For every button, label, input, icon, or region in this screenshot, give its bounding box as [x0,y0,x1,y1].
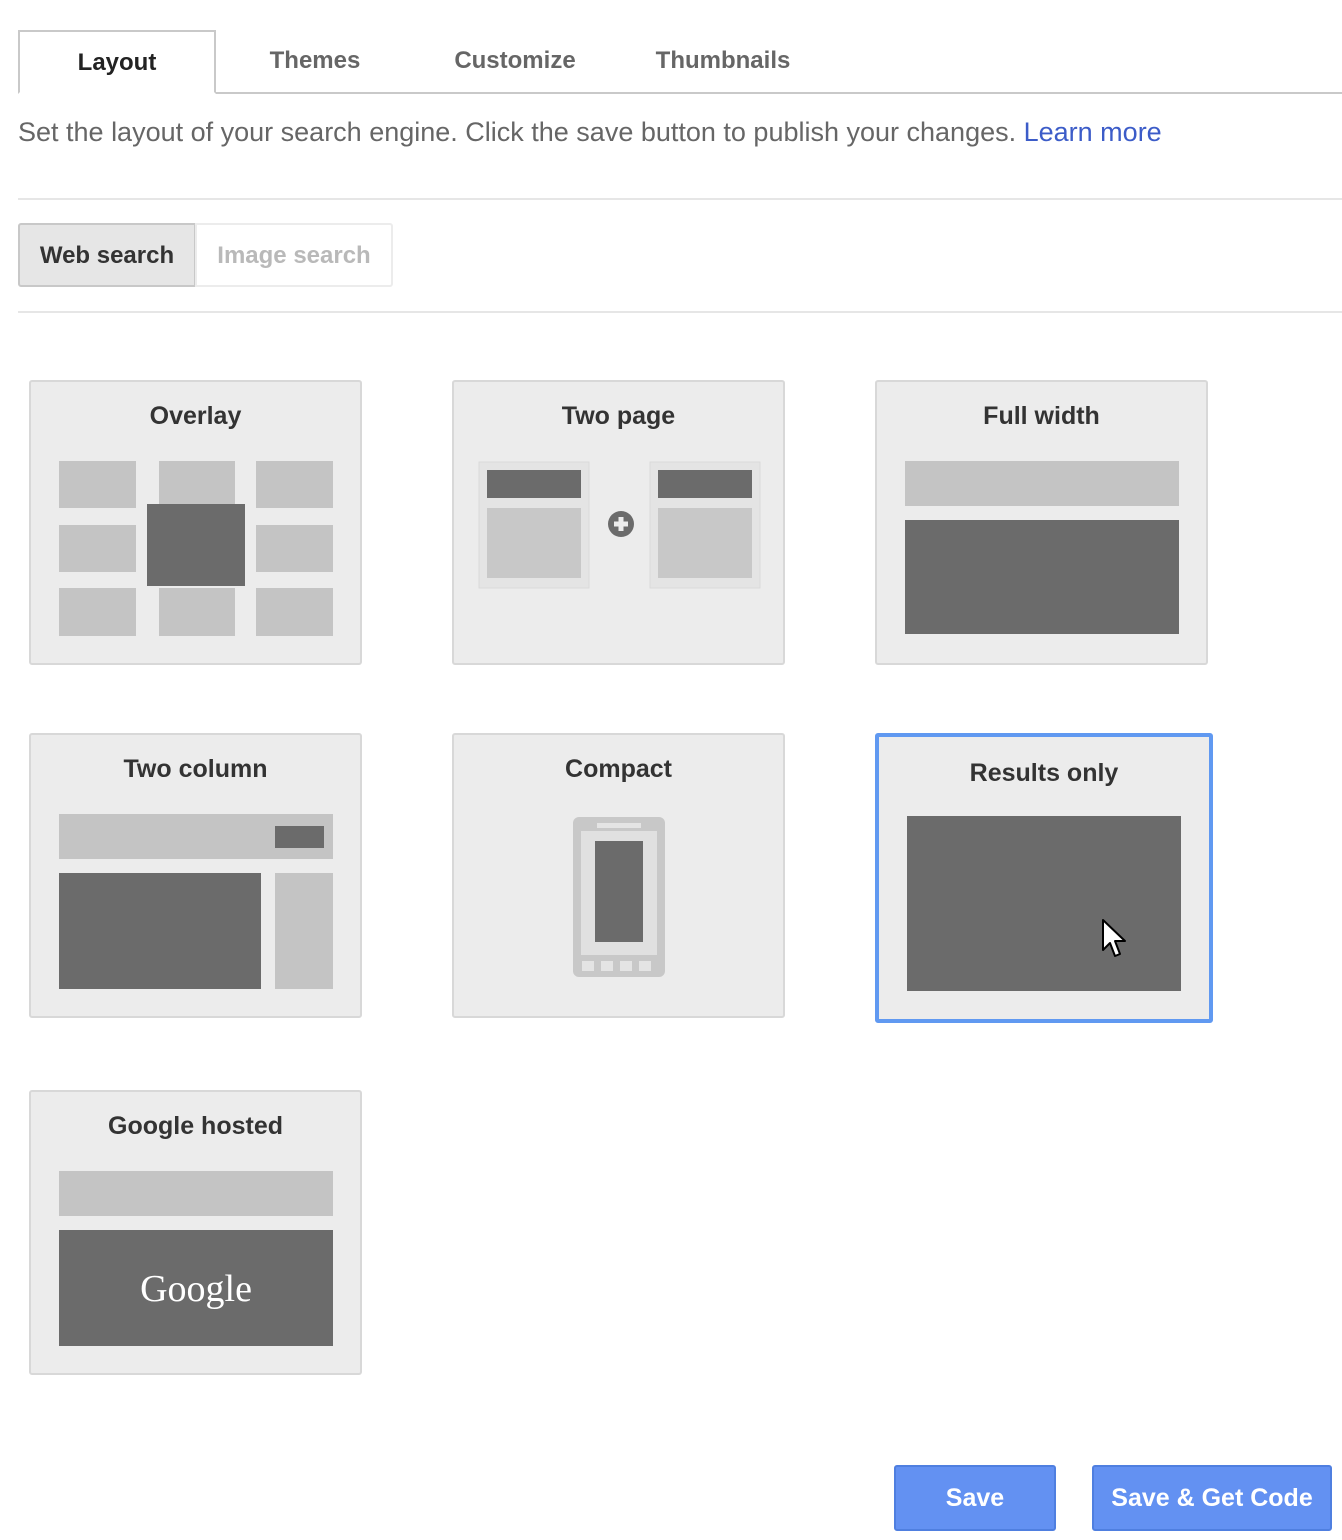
save-get-code-button[interactable]: Save & Get Code [1092,1465,1332,1531]
layout-card-overlay[interactable]: Overlay [29,380,362,665]
description-text: Set the layout of your search engine. Cl… [18,117,1017,147]
web-search-toggle[interactable]: Web search [18,223,196,287]
google-logo: Google [140,1268,252,1310]
divider [18,311,1342,313]
compact-layout-icon [573,817,665,977]
layout-card-two-column[interactable]: Two column [29,733,362,1018]
save-button[interactable]: Save [894,1465,1056,1531]
layout-card-two-page[interactable]: Two page [452,380,785,665]
overlay-layout-icon [59,461,333,636]
layout-card-google-hosted[interactable]: Google hosted Google [29,1090,362,1375]
results-only-layout-icon [907,816,1181,991]
tab-customize[interactable]: Customize [414,30,616,94]
tab-themes[interactable]: Themes [216,30,414,94]
layout-card-full-width[interactable]: Full width [875,380,1208,665]
tab-bar: Layout Themes Customize Thumbnails [18,30,1342,94]
image-search-toggle[interactable]: Image search [195,223,393,287]
mouse-cursor-icon [1102,919,1126,957]
tab-thumbnails[interactable]: Thumbnails [628,30,818,94]
two-page-layout-icon [478,461,761,589]
divider [18,198,1342,200]
page-description: Set the layout of your search engine. Cl… [18,117,1162,148]
tab-layout[interactable]: Layout [18,30,216,94]
layout-card-results-only[interactable]: Results only [875,733,1213,1023]
google-hosted-layout-icon: Google [59,1171,333,1346]
two-column-layout-icon [59,814,333,989]
learn-more-link[interactable]: Learn more [1024,117,1162,147]
layout-card-compact[interactable]: Compact [452,733,785,1018]
full-width-layout-icon [905,461,1179,634]
